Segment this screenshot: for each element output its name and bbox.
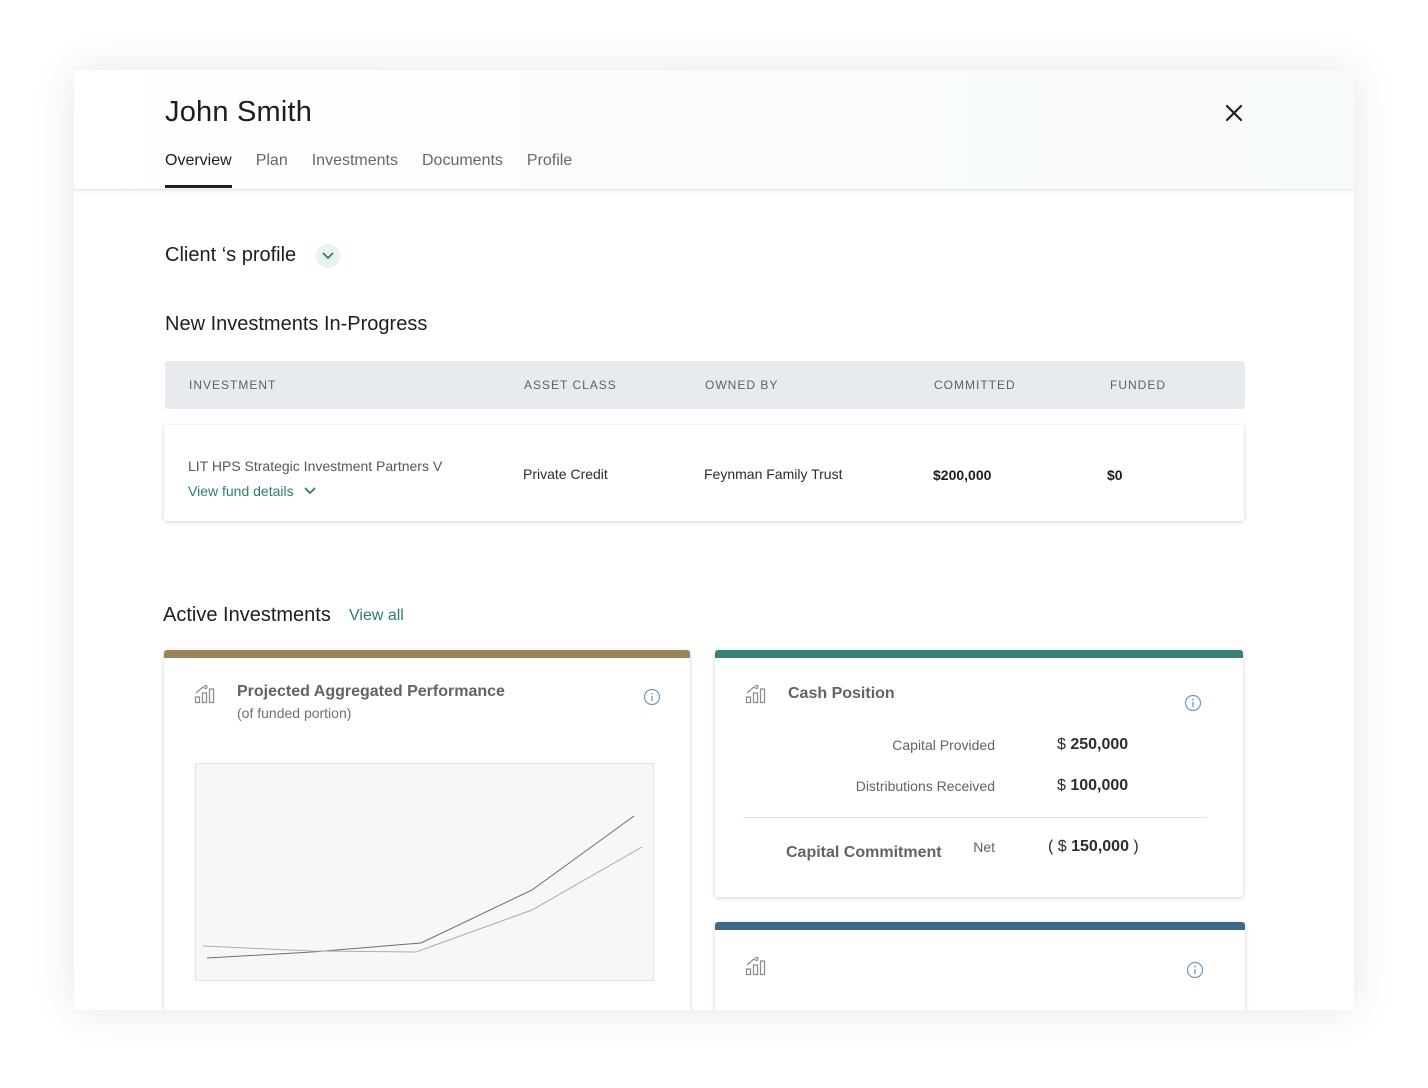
performance-line-upper <box>206 815 635 959</box>
client-profile-title: Client ‘s profile <box>165 244 297 266</box>
owned-by-cell: Feynman Family Trust <box>704 466 843 482</box>
new-investments-title: New Investments In-Progress <box>165 313 428 335</box>
card-accent-bar <box>164 650 690 658</box>
info-icon[interactable] <box>1186 961 1204 979</box>
performance-card: Projected Aggregated Performance (of fun… <box>164 650 690 1010</box>
column-header-investment: INVESTMENT <box>189 378 277 392</box>
profile-toggle-button[interactable] <box>316 244 340 268</box>
distributions-amount: 100,000 <box>1070 777 1129 794</box>
chart-growth-icon <box>745 684 766 704</box>
view-fund-details-link[interactable]: View fund details <box>188 483 316 499</box>
fund-name: LIT HPS Strategic Investment Partners V <box>188 458 443 474</box>
tab-plan[interactable]: Plan <box>256 152 288 188</box>
client-detail-panel: John Smith Overview Plan Investments Doc… <box>74 70 1354 1010</box>
close-button[interactable] <box>1222 101 1246 125</box>
view-all-link[interactable]: View all <box>349 607 404 625</box>
close-icon <box>1225 104 1243 122</box>
card-accent-bar <box>715 922 1245 930</box>
net-value: ( $ 150,000 ) <box>1048 838 1139 856</box>
column-header-committed: COMMITTED <box>934 378 1016 392</box>
client-name: John Smith <box>165 96 313 128</box>
performance-line-lower <box>202 846 643 953</box>
active-investments-title: Active Investments <box>163 604 331 626</box>
tab-profile[interactable]: Profile <box>527 152 572 188</box>
tab-investments[interactable]: Investments <box>312 152 398 188</box>
chevron-down-icon <box>322 252 334 259</box>
table-header: INVESTMENT ASSET CLASS OWNED BY COMMITTE… <box>165 361 1245 409</box>
info-icon[interactable] <box>643 688 661 706</box>
card-accent-bar <box>715 650 1243 658</box>
distributions-received-value: $ 100,000 <box>1057 777 1128 795</box>
cash-divider <box>743 817 1207 818</box>
capital-provided-amount: 250,000 <box>1070 736 1129 753</box>
column-header-asset-class: ASSET CLASS <box>524 378 617 392</box>
performance-card-subtitle: (of funded portion) <box>237 705 352 721</box>
column-header-funded: FUNDED <box>1110 378 1166 392</box>
info-icon[interactable] <box>1184 694 1202 712</box>
tab-bar: Overview Plan Investments Documents Prof… <box>165 152 572 188</box>
third-investment-card <box>715 922 1245 1010</box>
performance-card-title: Projected Aggregated Performance <box>237 683 505 700</box>
committed-cell: $200,000 <box>933 467 992 483</box>
tab-overview[interactable]: Overview <box>165 152 232 188</box>
performance-chart-lines <box>202 815 643 959</box>
capital-provided-label: Capital Provided <box>892 737 995 753</box>
net-amount: 150,000 <box>1071 838 1129 855</box>
chart-growth-icon <box>745 956 766 976</box>
distributions-received-label: Distributions Received <box>855 778 995 794</box>
column-header-owned-by: OWNED BY <box>705 378 779 392</box>
view-fund-details-label: View fund details <box>188 483 294 499</box>
cash-position-card: Cash Position Capital Provided $ 250,000… <box>715 650 1243 897</box>
chevron-down-icon <box>304 487 315 494</box>
cash-position-title: Cash Position <box>788 685 895 702</box>
performance-chart <box>195 763 654 981</box>
net-label: Net <box>973 839 995 855</box>
tab-documents[interactable]: Documents <box>422 152 503 188</box>
funded-cell: $0 <box>1107 467 1123 483</box>
chart-growth-icon <box>194 684 215 704</box>
panel-header: John Smith Overview Plan Investments Doc… <box>74 70 1354 190</box>
capital-provided-currency: $ <box>1057 736 1066 753</box>
capital-provided-value: $ 250,000 <box>1057 736 1128 754</box>
net-close: ) <box>1133 838 1139 855</box>
distributions-currency: $ <box>1057 777 1066 794</box>
asset-class-cell: Private Credit <box>523 466 608 482</box>
net-open: ( $ <box>1048 838 1067 855</box>
table-row: LIT HPS Strategic Investment Partners V … <box>164 425 1244 521</box>
